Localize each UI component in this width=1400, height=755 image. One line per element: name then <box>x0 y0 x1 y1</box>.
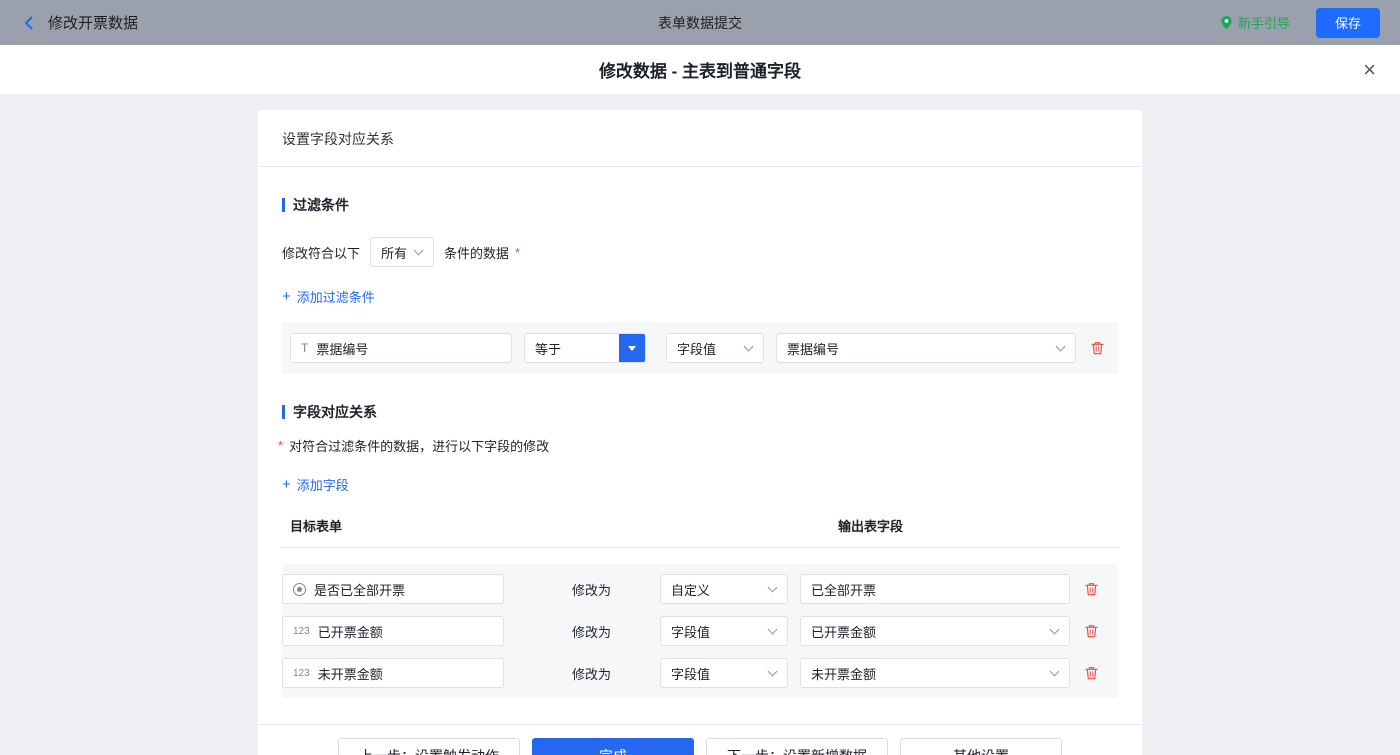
beginner-guide-link[interactable]: 新手引导 <box>1220 13 1290 32</box>
section-accent-bar <box>282 405 285 419</box>
window-title: 表单数据提交 <box>0 13 1400 33</box>
value-field-select[interactable]: 票据编号 <box>776 333 1076 363</box>
delete-field-button[interactable] <box>1084 623 1099 639</box>
trash-icon <box>1084 665 1099 681</box>
done-button[interactable]: 完成 <box>532 738 694 755</box>
target-field-select[interactable]: 123 已开票金额 <box>282 616 504 646</box>
chevron-down-icon <box>1050 667 1060 677</box>
mapping-columns-header: 目标表单 输出表字段 <box>282 516 1118 548</box>
text-field-type-icon: T <box>301 341 308 355</box>
modify-as-label: 修改为 <box>572 622 624 641</box>
delete-field-button[interactable] <box>1084 665 1099 681</box>
chevron-down-icon <box>744 342 754 352</box>
operator-select[interactable]: 等于 <box>524 333 646 363</box>
value-type-select[interactable]: 字段值 <box>666 333 764 363</box>
required-asterisk: * <box>278 438 283 453</box>
filter-section-title: 过滤条件 <box>282 195 1118 215</box>
modify-mode-select[interactable]: 字段值 <box>660 658 788 688</box>
trash-icon <box>1084 623 1099 639</box>
number-field-type-icon: 123 <box>293 668 310 679</box>
chevron-down-icon <box>768 625 778 635</box>
filter-condition-row: T 票据编号 等于 字段值 票据编号 <box>290 333 1110 363</box>
add-field-link[interactable]: + 添加字段 <box>282 475 349 494</box>
trash-icon <box>1084 581 1099 597</box>
beginner-guide-label: 新手引导 <box>1238 13 1290 32</box>
mapping-row: 123 已开票金额 修改为 字段值 已开票金额 <box>282 616 1118 646</box>
modify-mode-select[interactable]: 字段值 <box>660 616 788 646</box>
custom-value-input[interactable]: 已全部开票 <box>800 574 1070 604</box>
delete-field-button[interactable] <box>1084 581 1099 597</box>
add-filter-condition-link[interactable]: + 添加过滤条件 <box>282 287 375 306</box>
chevron-left-icon <box>20 14 38 32</box>
close-icon[interactable]: × <box>1363 59 1376 81</box>
chevron-down-icon <box>768 583 778 593</box>
modal-body: 设置字段对应关系 过滤条件 修改符合以下 所有 条件的数据 * + 添加过滤条件… <box>0 95 1400 755</box>
filter-conditions-panel: T 票据编号 等于 字段值 票据编号 <box>282 322 1118 374</box>
plus-icon: + <box>282 477 291 492</box>
target-field-select[interactable]: 是否已全部开票 <box>282 574 504 604</box>
page-title: 修改开票数据 <box>48 12 138 33</box>
match-suffix-label: 条件的数据 <box>444 243 509 262</box>
chevron-down-icon <box>1056 342 1066 352</box>
modify-as-label: 修改为 <box>572 664 624 683</box>
column-target-form: 目标表单 <box>290 516 838 535</box>
modal-header: 修改数据 - 主表到普通字段 × <box>0 45 1400 95</box>
section-accent-bar <box>282 198 285 212</box>
settings-card: 设置字段对应关系 过滤条件 修改符合以下 所有 条件的数据 * + 添加过滤条件… <box>258 110 1142 755</box>
modify-as-label: 修改为 <box>572 580 624 599</box>
number-field-type-icon: 123 <box>293 626 310 637</box>
save-button[interactable]: 保存 <box>1316 8 1380 38</box>
target-field-select[interactable]: 123 未开票金额 <box>282 658 504 688</box>
mapping-row: 123 未开票金额 修改为 字段值 未开票金额 <box>282 658 1118 688</box>
top-bar: 修改开票数据 表单数据提交 新手引导 保存 <box>0 0 1400 45</box>
trash-icon <box>1090 340 1105 356</box>
required-asterisk: * <box>515 245 520 260</box>
mapping-section-title: 字段对应关系 <box>282 402 1118 422</box>
back-button[interactable] <box>20 14 38 32</box>
delete-condition-button[interactable] <box>1090 340 1105 356</box>
output-field-select[interactable]: 已开票金额 <box>800 616 1070 646</box>
triangle-down-icon <box>628 346 636 351</box>
chevron-down-icon <box>1050 625 1060 635</box>
chevron-down-icon <box>768 667 778 677</box>
card-header: 设置字段对应关系 <box>258 110 1142 167</box>
output-field-select[interactable]: 未开票金额 <box>800 658 1070 688</box>
column-output-fields: 输出表字段 <box>838 516 903 535</box>
match-mode-select[interactable]: 所有 <box>370 237 434 267</box>
previous-step-button[interactable]: 上一步：设置触发动作 <box>338 738 520 755</box>
card-footer: 上一步：设置触发动作 完成 下一步：设置新增数据 其他设置 <box>258 724 1142 755</box>
radio-field-type-icon <box>293 583 306 596</box>
modify-mode-select[interactable]: 自定义 <box>660 574 788 604</box>
modal-title: 修改数据 - 主表到普通字段 <box>599 57 801 82</box>
chevron-down-icon <box>414 246 424 256</box>
operator-dropdown-button[interactable] <box>619 334 645 362</box>
mapping-description: * 对符合过滤条件的数据，进行以下字段的修改 <box>282 436 1118 455</box>
mapping-row: 是否已全部开票 修改为 自定义 已全部开票 <box>282 574 1118 604</box>
filter-field-select[interactable]: T 票据编号 <box>290 333 512 363</box>
next-step-button[interactable]: 下一步：设置新增数据 <box>706 738 888 755</box>
filter-match-row: 修改符合以下 所有 条件的数据 * <box>282 237 1118 267</box>
match-prefix-label: 修改符合以下 <box>282 243 360 262</box>
plus-icon: + <box>282 289 291 304</box>
location-pin-icon <box>1220 15 1233 30</box>
mapping-rows-panel: 是否已全部开票 修改为 自定义 已全部开票 123 已开票金额 修改为 <box>282 564 1118 698</box>
other-settings-button[interactable]: 其他设置 <box>900 738 1062 755</box>
